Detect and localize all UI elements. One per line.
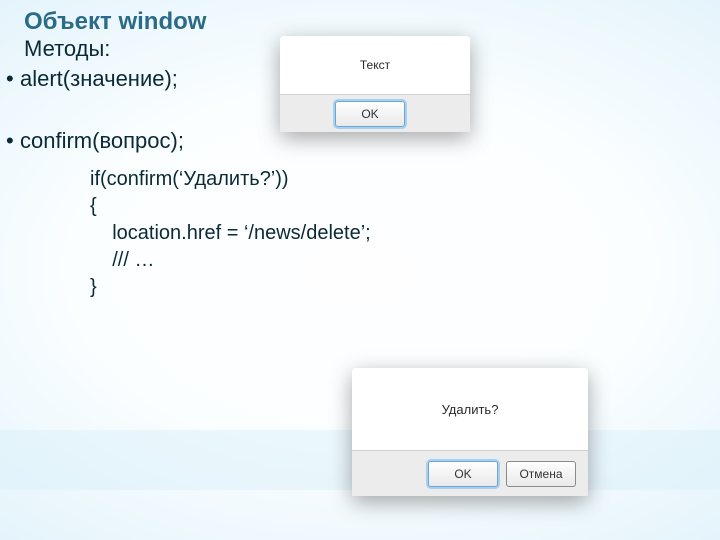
code-line: }	[90, 276, 97, 298]
code-snippet: if(confirm(‘Удалить?’)) { location.href …	[90, 166, 720, 301]
alert-message: Текст	[280, 36, 470, 94]
alert-dialog: Текст OK	[280, 36, 470, 132]
confirm-message: Удалить?	[352, 368, 588, 450]
code-line: location.href = ‘/news/delete’;	[90, 222, 371, 244]
code-line: {	[90, 195, 97, 217]
ok-button[interactable]: OK	[335, 101, 405, 127]
cancel-button[interactable]: Отмена	[506, 461, 576, 487]
code-line: /// …	[90, 249, 154, 271]
page-title: Объект window	[24, 8, 720, 36]
alert-button-bar: OK	[280, 94, 470, 132]
confirm-button-bar: OK Отмена	[352, 450, 588, 496]
confirm-dialog: Удалить? OK Отмена	[352, 368, 588, 496]
code-line: if(confirm(‘Удалить?’))	[90, 168, 289, 190]
ok-button[interactable]: OK	[428, 461, 498, 487]
